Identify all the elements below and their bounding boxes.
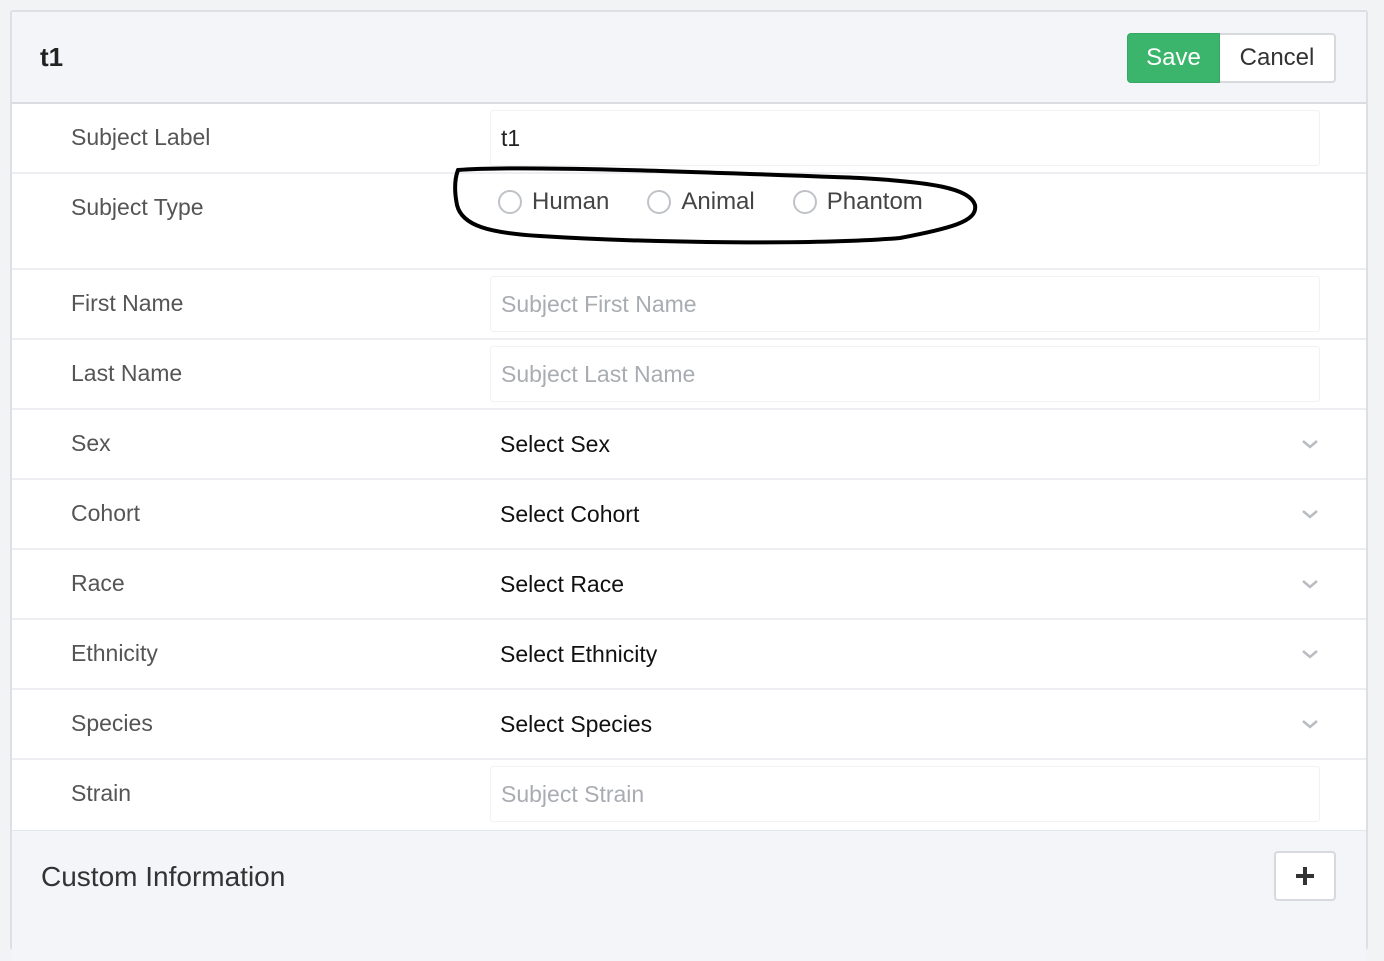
row-strain: Strain Subject Strain xyxy=(12,760,1366,830)
cohort-select[interactable]: Select Cohort xyxy=(490,486,1320,542)
page-title: t1 xyxy=(40,42,64,72)
sex-label: Sex xyxy=(71,430,111,456)
radio-circle-icon xyxy=(647,190,672,214)
first-name-placeholder: Subject First Name xyxy=(501,290,697,317)
row-cohort: Cohort Select Cohort xyxy=(12,480,1366,550)
radio-phantom-label: Phantom xyxy=(826,188,923,215)
chevron-down-icon xyxy=(1302,720,1318,729)
last-name-input[interactable]: Subject Last Name xyxy=(490,346,1320,402)
radio-animal-label: Animal xyxy=(681,188,755,215)
race-label: Race xyxy=(71,570,125,596)
row-subject-type: Subject Type Human Animal Phantom xyxy=(12,174,1366,270)
radio-human-label: Human xyxy=(532,188,610,215)
race-selected: Select Race xyxy=(500,570,625,597)
last-name-label: Last Name xyxy=(71,360,183,386)
species-select[interactable]: Select Species xyxy=(490,696,1320,752)
chevron-down-icon xyxy=(1302,580,1318,589)
radio-human[interactable]: Human xyxy=(498,188,609,216)
sex-select[interactable]: Select Sex xyxy=(490,416,1320,472)
strain-placeholder: Subject Strain xyxy=(501,780,645,807)
strain-input[interactable]: Subject Strain xyxy=(490,766,1320,822)
chevron-down-icon xyxy=(1302,440,1318,449)
subject-type-radio-group: Human Animal Phantom xyxy=(498,188,961,216)
chevron-down-icon xyxy=(1302,510,1318,519)
subject-type-label: Subject Type xyxy=(71,194,204,220)
ethnicity-label: Ethnicity xyxy=(71,640,158,666)
cohort-label: Cohort xyxy=(71,500,141,526)
subject-label-input[interactable]: t1 xyxy=(490,110,1320,166)
species-label: Species xyxy=(71,710,153,736)
subject-label-value: t1 xyxy=(501,124,521,151)
first-name-label: First Name xyxy=(71,290,184,316)
action-buttons: Save Cancel xyxy=(1127,33,1336,83)
cohort-selected: Select Cohort xyxy=(500,500,640,527)
row-race: Race Select Race xyxy=(12,550,1366,620)
ethnicity-select[interactable]: Select Ethnicity xyxy=(490,626,1320,682)
radio-circle-icon xyxy=(498,190,522,214)
row-sex: Sex Select Sex xyxy=(12,410,1366,480)
row-first-name: First Name Subject First Name xyxy=(12,270,1366,340)
race-select[interactable]: Select Race xyxy=(490,556,1320,612)
first-name-input[interactable]: Subject First Name xyxy=(490,276,1320,332)
radio-phantom[interactable]: Phantom xyxy=(792,188,923,216)
species-selected: Select Species xyxy=(500,710,653,737)
plus-icon xyxy=(1296,867,1314,885)
row-species: Species Select Species xyxy=(12,690,1366,760)
save-button[interactable]: Save xyxy=(1127,33,1220,83)
panel-header: t1 Save Cancel xyxy=(12,12,1366,104)
row-ethnicity: Ethnicity Select Ethnicity xyxy=(12,620,1366,690)
subject-label-label: Subject Label xyxy=(71,124,211,150)
radio-circle-icon xyxy=(792,190,817,214)
last-name-placeholder: Subject Last Name xyxy=(501,360,696,387)
custom-information-section: Custom Information xyxy=(12,830,1366,961)
strain-label: Strain xyxy=(71,780,132,806)
cancel-button[interactable]: Cancel xyxy=(1220,33,1336,83)
ethnicity-selected: Select Ethnicity xyxy=(500,640,658,667)
row-last-name: Last Name Subject Last Name xyxy=(12,340,1366,410)
radio-animal[interactable]: Animal xyxy=(647,188,755,216)
sex-selected: Select Sex xyxy=(500,430,610,457)
custom-information-title: Custom Information xyxy=(41,861,286,892)
chevron-down-icon xyxy=(1302,650,1318,659)
row-subject-label: Subject Label t1 xyxy=(12,104,1366,174)
add-custom-field-button[interactable] xyxy=(1274,851,1336,901)
subject-form-panel: t1 Save Cancel Subject Label t1 Subject … xyxy=(10,10,1368,961)
